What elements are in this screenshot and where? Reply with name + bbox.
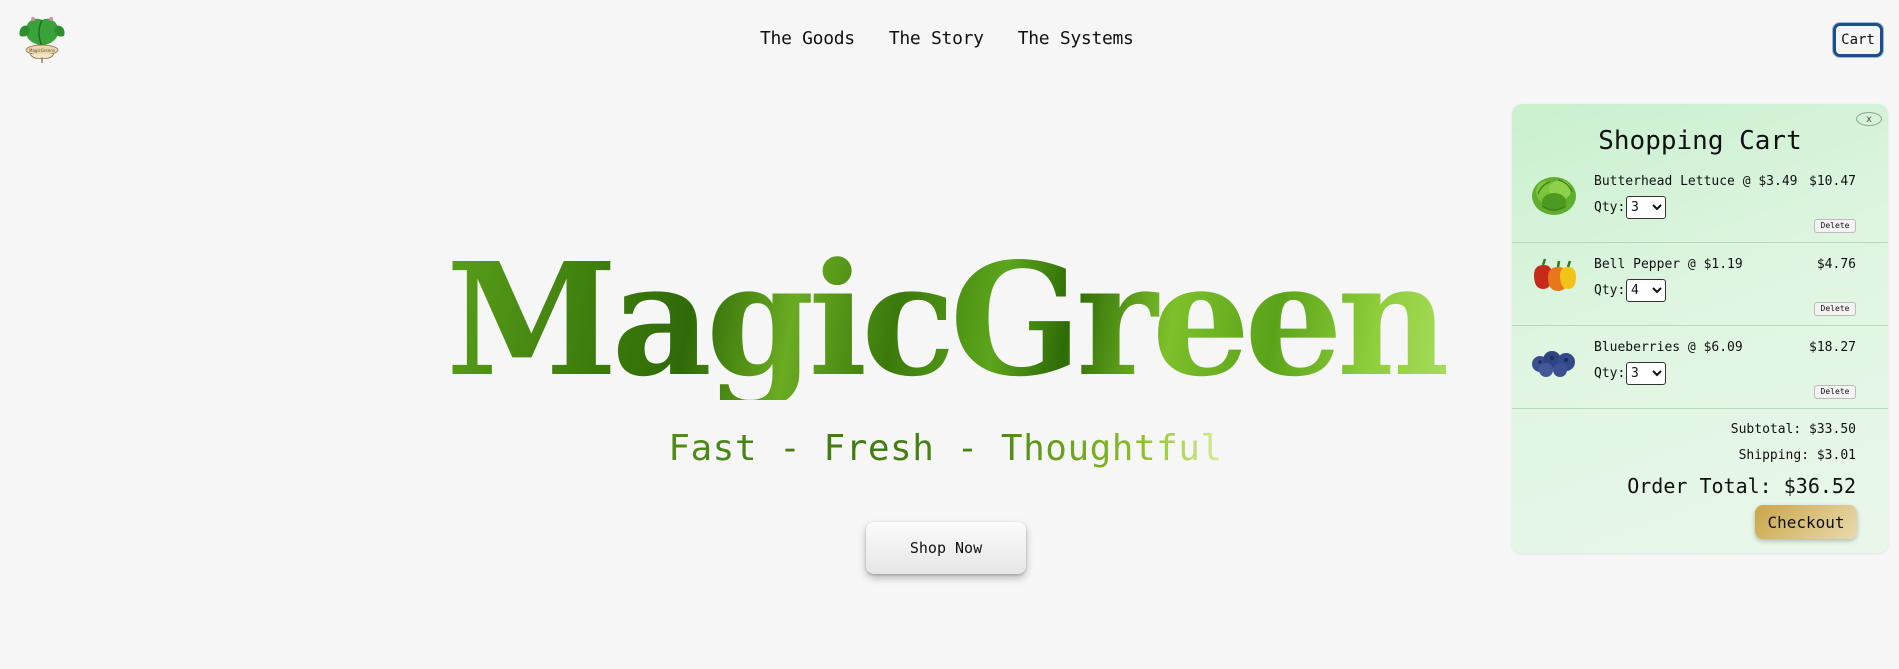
shop-now-button[interactable]: Shop Now	[866, 522, 1026, 574]
nav-the-story[interactable]: The Story	[889, 28, 984, 49]
bell-pepper-icon	[1534, 258, 1576, 291]
nav-the-goods[interactable]: The Goods	[760, 28, 855, 49]
cart-item-total: $10.47	[1809, 174, 1856, 189]
cart-item-name: Bell Pepper @ $1.19	[1594, 257, 1743, 272]
leaf-logo-icon[interactable]: MagicGreens	[16, 14, 68, 64]
delete-button[interactable]: Delete	[1814, 219, 1856, 233]
cart-title: Shopping Cart	[1598, 126, 1802, 156]
cart-item-total: $4.76	[1816, 257, 1856, 272]
cart-item-total: $18.27	[1809, 340, 1856, 355]
lettuce-icon	[1532, 177, 1576, 215]
checkout-button[interactable]: Checkout	[1755, 505, 1857, 539]
qty-select[interactable]: 3	[1626, 362, 1666, 385]
delete-button[interactable]: Delete	[1814, 302, 1856, 316]
cart-item-name: Blueberries @ $6.09	[1594, 340, 1743, 355]
cart-item: Blueberries @ $6.09 $18.27 Qty: 3 Delete	[1512, 326, 1888, 409]
cart-item: Bell Pepper @ $1.19 $4.76 Qty: 4 Delete	[1512, 243, 1888, 326]
hero-title: MagicGreens	[446, 228, 1531, 411]
qty-label: Qty:	[1594, 366, 1626, 381]
nav-the-systems[interactable]: The Systems	[1018, 28, 1134, 49]
qty-label: Qty:	[1594, 283, 1626, 298]
svg-text:MagicGreens: MagicGreens	[29, 48, 55, 53]
hero-tagline: Fast - Fresh - Thoughtful	[668, 428, 1223, 469]
qty-label: Qty:	[1594, 200, 1626, 215]
delete-button[interactable]: Delete	[1814, 385, 1856, 399]
cart-shipping: Shipping: $3.01	[1738, 448, 1856, 463]
cart-item-name: Butterhead Lettuce @ $3.49	[1594, 174, 1798, 189]
order-total: Order Total: $36.52	[1627, 474, 1856, 498]
cart-button[interactable]: Cart	[1833, 23, 1883, 57]
close-cart-button[interactable]: x	[1856, 112, 1882, 126]
qty-select[interactable]: 3	[1626, 196, 1666, 219]
shopping-cart-panel: x Shopping Cart Butterhead Lettuce @ $3.…	[1512, 104, 1888, 553]
main-nav: The Goods The Story The Systems	[760, 28, 1134, 49]
cart-subtotal: Subtotal: $33.50	[1730, 422, 1856, 437]
cart-item: Butterhead Lettuce @ $3.49 $10.47 Qty: 3…	[1512, 160, 1888, 243]
qty-select[interactable]: 4	[1626, 279, 1666, 302]
blueberries-icon	[1532, 351, 1575, 377]
page: MagicGreens The Goods The Story The Syst…	[0, 0, 1899, 669]
